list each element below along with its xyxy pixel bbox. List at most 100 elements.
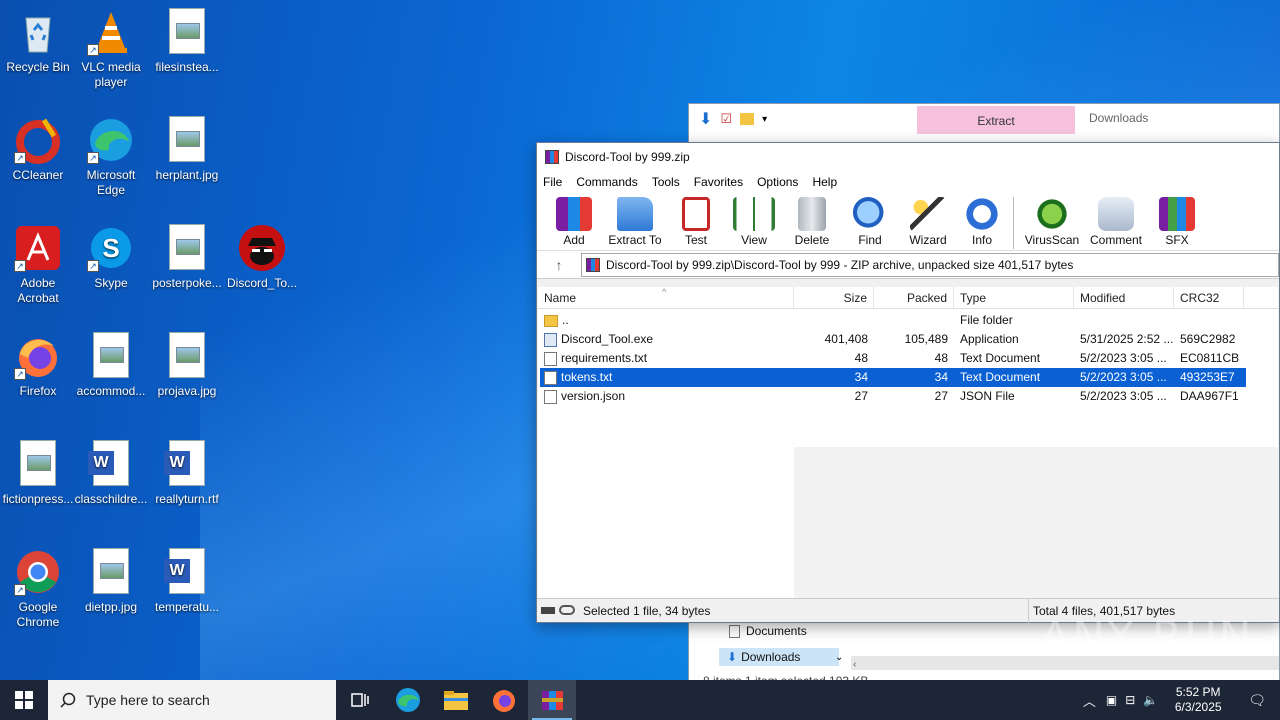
json-file-icon bbox=[544, 389, 557, 404]
extract-to-button[interactable]: Extract To bbox=[603, 193, 667, 247]
trash-can-icon bbox=[798, 197, 826, 231]
menu-tools[interactable]: Tools bbox=[652, 175, 680, 189]
edge-icon bbox=[396, 688, 420, 712]
table-row[interactable]: version.json 27 27 JSON File 5/2/2023 3:… bbox=[540, 387, 1246, 406]
virusscan-button[interactable]: VirusScan bbox=[1020, 193, 1084, 247]
svg-text:S: S bbox=[102, 233, 119, 263]
desktop-icon-discord-tool[interactable]: Discord_To... bbox=[224, 224, 300, 291]
folder-extract-icon bbox=[617, 197, 653, 231]
shortcut-arrow-icon: ↗ bbox=[14, 260, 26, 272]
winrar-titlebar[interactable]: Discord-Tool by 999.zip bbox=[537, 143, 1279, 171]
address-field[interactable]: Discord-Tool by 999.zip\Discord-Tool by … bbox=[581, 252, 1279, 277]
wifi-network-icon[interactable]: ⊟ bbox=[1121, 693, 1139, 707]
drive-icon[interactable] bbox=[541, 606, 555, 614]
desktop-icon-edge[interactable]: ↗ Microsoft Edge bbox=[73, 116, 149, 198]
desktop-icon-projava[interactable]: projava.jpg bbox=[149, 332, 225, 399]
scroll-down-arrow[interactable]: ⌄ bbox=[835, 652, 843, 663]
info-button[interactable]: Info bbox=[957, 193, 1007, 247]
image-file-icon bbox=[163, 332, 211, 380]
desktop-icon-firefox[interactable]: ↗ Firefox bbox=[0, 332, 76, 399]
menu-commands[interactable]: Commands bbox=[576, 175, 637, 189]
comment-button[interactable]: Comment bbox=[1084, 193, 1148, 247]
taskbar-file-explorer[interactable] bbox=[432, 680, 480, 720]
acrobat-icon: ↗ bbox=[14, 224, 62, 272]
winrar-toolbar: Add Extract To Test View Delete Find Wiz… bbox=[537, 193, 1279, 251]
table-row[interactable]: .. File folder bbox=[540, 311, 1246, 330]
menu-help[interactable]: Help bbox=[812, 175, 837, 189]
column-type[interactable]: Type bbox=[954, 287, 1074, 309]
menu-favorites[interactable]: Favorites bbox=[694, 175, 743, 189]
dropdown-icon[interactable]: ▾ bbox=[762, 114, 767, 125]
winrar-window[interactable]: Discord-Tool by 999.zip File Commands To… bbox=[536, 142, 1280, 623]
clipboard-check-icon bbox=[682, 197, 710, 231]
desktop-icon-vlc[interactable]: ↗ VLC media player bbox=[73, 8, 149, 90]
table-row-selected[interactable]: tokens.txt 34 34 Text Document 5/2/2023 … bbox=[540, 368, 1246, 387]
desktop-icon-posterpoke[interactable]: posterpoke... bbox=[149, 224, 225, 291]
text-file-icon bbox=[544, 351, 557, 366]
add-button[interactable]: Add bbox=[545, 193, 603, 247]
ccleaner-icon: ↗ bbox=[14, 116, 62, 164]
skype-icon: S ↗ bbox=[87, 224, 135, 272]
task-view-button[interactable] bbox=[336, 680, 384, 720]
desktop-icon-dietpp[interactable]: dietpp.jpg bbox=[73, 548, 149, 615]
shortcut-arrow-icon: ↗ bbox=[87, 152, 99, 164]
start-button[interactable] bbox=[0, 680, 48, 720]
anyrun-watermark: ANY RUN bbox=[1040, 612, 1254, 663]
desktop-icon-fictionpress[interactable]: fictionpress... bbox=[0, 440, 76, 507]
word-document-icon: W bbox=[87, 440, 135, 488]
shortcut-arrow-icon: ↗ bbox=[14, 368, 26, 380]
desktop-icon-temperatu[interactable]: W temperatu... bbox=[149, 548, 225, 615]
menu-file[interactable]: File bbox=[543, 175, 562, 189]
up-one-level-icon[interactable]: ↑ bbox=[537, 257, 581, 273]
column-name[interactable]: Name ^ bbox=[538, 287, 794, 309]
taskbar-search[interactable]: Type here to search bbox=[48, 680, 336, 720]
nav-item-downloads[interactable]: ⬇ Downloads bbox=[719, 648, 839, 666]
column-size[interactable]: Size bbox=[794, 287, 874, 309]
ribbon-tab-extract[interactable]: Extract bbox=[917, 106, 1075, 134]
desktop-icon-accommod[interactable]: accommod... bbox=[73, 332, 149, 399]
desktop-icon-chrome[interactable]: ↗ Google Chrome bbox=[0, 548, 76, 630]
taskbar-edge[interactable] bbox=[384, 680, 432, 720]
network-icon[interactable]: ▣ bbox=[1102, 693, 1121, 707]
books-stack-icon bbox=[556, 197, 592, 231]
sfx-archive-icon bbox=[1159, 197, 1195, 231]
column-packed[interactable]: Packed bbox=[874, 287, 954, 309]
file-list: Name ^ Size Packed Type Modified CRC32 ..… bbox=[538, 287, 1278, 599]
delete-button[interactable]: Delete bbox=[783, 193, 841, 247]
nav-item-documents[interactable]: Documents bbox=[729, 624, 807, 639]
window-title: Discord-Tool by 999.zip bbox=[565, 150, 690, 164]
image-file-icon bbox=[14, 440, 62, 488]
desktop-icon-filesinstea[interactable]: filesinstea... bbox=[149, 8, 225, 75]
test-button[interactable]: Test bbox=[667, 193, 725, 247]
download-arrow-icon[interactable]: ⬇ bbox=[699, 109, 712, 129]
taskbar-firefox[interactable] bbox=[480, 680, 528, 720]
desktop-icon-ccleaner[interactable]: ↗ CCleaner bbox=[0, 116, 76, 183]
notification-icon[interactable]: 🗨 bbox=[1234, 692, 1280, 709]
wizard-button[interactable]: Wizard bbox=[899, 193, 957, 247]
clock[interactable]: 5:52 PM 6/3/2025 bbox=[1162, 685, 1234, 715]
info-icon bbox=[964, 197, 1000, 231]
table-row[interactable]: requirements.txt 48 48 Text Document 5/2… bbox=[540, 349, 1246, 368]
task-view-icon bbox=[351, 693, 369, 707]
desktop-icon-recycle-bin[interactable]: Recycle Bin bbox=[0, 8, 76, 75]
desktop-icon-acrobat[interactable]: ↗ Adobe Acrobat bbox=[0, 224, 76, 306]
clock-time: 5:52 PM bbox=[1175, 685, 1221, 699]
folder-icon[interactable] bbox=[740, 113, 755, 125]
find-button[interactable]: Find bbox=[841, 193, 899, 247]
key-lock-icon[interactable] bbox=[559, 604, 575, 615]
taskbar-winrar[interactable] bbox=[528, 680, 576, 720]
desktop-icon-skype[interactable]: S ↗ Skype bbox=[73, 224, 149, 291]
scroll-left-arrow[interactable]: ‹ bbox=[851, 659, 856, 670]
menu-options[interactable]: Options bbox=[757, 175, 798, 189]
column-crc32[interactable]: CRC32 bbox=[1174, 287, 1244, 309]
desktop-icon-reallyturn[interactable]: W reallyturn.rtf bbox=[149, 440, 225, 507]
chevron-up-icon[interactable]: ︿ bbox=[1077, 691, 1102, 710]
column-modified[interactable]: Modified bbox=[1074, 287, 1174, 309]
sfx-button[interactable]: SFX bbox=[1148, 193, 1206, 247]
desktop-icon-classchildre[interactable]: W classchildre... bbox=[73, 440, 149, 507]
volume-icon[interactable]: 🔈 bbox=[1139, 693, 1162, 707]
table-row[interactable]: Discord_Tool.exe 401,408 105,489 Applica… bbox=[540, 330, 1246, 349]
checkbox-icon[interactable]: ☑ bbox=[720, 111, 732, 127]
desktop-icon-herplant[interactable]: herplant.jpg bbox=[149, 116, 225, 183]
view-button[interactable]: View bbox=[725, 193, 783, 247]
